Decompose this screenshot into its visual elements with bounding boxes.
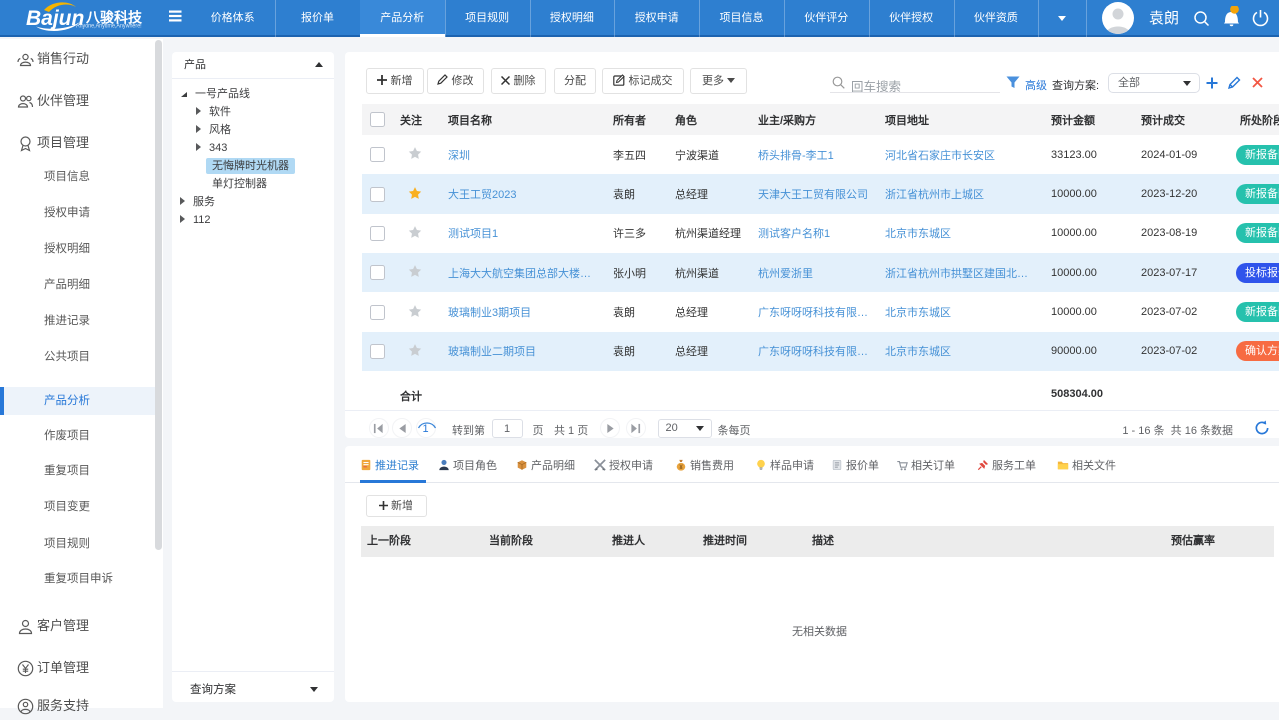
svg-text:Anyone,Anytime,Anywhere!: Anyone,Anytime,Anywhere! (76, 23, 142, 29)
